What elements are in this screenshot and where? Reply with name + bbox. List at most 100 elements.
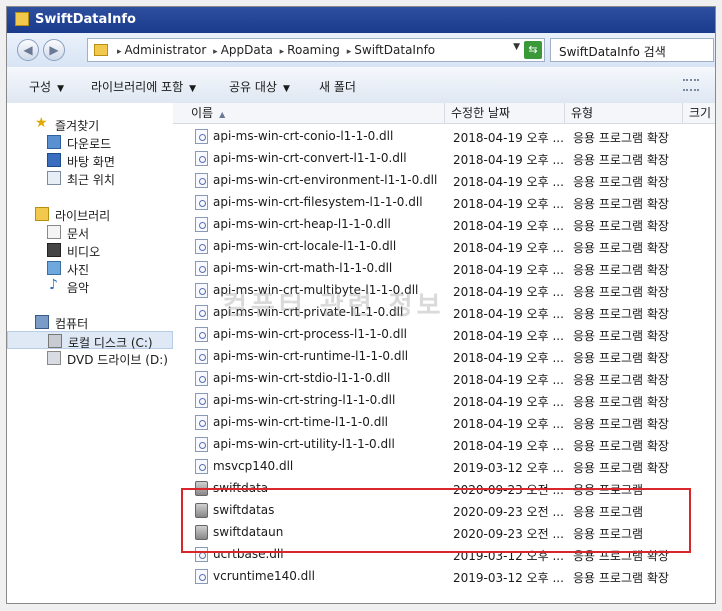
watermark: 컴퓨터 관련 정보 (223, 291, 445, 321)
file-row[interactable]: api-ms-win-crt-string-l1-1-0.dll 2018-04-… (173, 389, 715, 411)
file-row[interactable]: api-ms-win-crt-math-l1-1-0.dll 2018-04-19… (173, 257, 715, 279)
chevron-down-icon[interactable]: ▼ (513, 42, 520, 52)
file-row[interactable]: api-ms-win-crt-convert-l1-1-0.dll 2018-04… (173, 147, 715, 169)
nav-item-downloads[interactable]: 다운로드 (7, 133, 173, 151)
file-name: api-ms-win-crt-convert-l1-1-0.dll (213, 151, 407, 165)
file-type: 응용 프로그램 확장 (573, 131, 669, 145)
file-row[interactable]: api-ms-win-crt-runtime-l1-1-0.dll 2018-04… (173, 345, 715, 367)
file-row[interactable]: msvcp140.dll 2019-03-12 오후 ... 응용 프로그램 확장 (173, 455, 715, 477)
nav-item-recent[interactable]: 최근 위치 (7, 169, 173, 187)
file-row[interactable]: api-ms-win-crt-conio-l1-1-0.dll 2018-04-1… (173, 125, 715, 147)
folder-icon (15, 12, 29, 26)
dll-file-icon (195, 437, 208, 452)
file-type: 응용 프로그램 확장 (573, 241, 669, 255)
nav-item-local-disk[interactable]: 로컬 디스크 (C:) (7, 331, 173, 350)
nav-libraries[interactable]: 라이브러리 (7, 205, 173, 223)
dll-file-icon (195, 459, 208, 474)
dll-file-icon (195, 305, 208, 320)
file-date: 2018-04-19 오후 ... (453, 285, 564, 299)
pictures-icon (47, 261, 61, 275)
search-input[interactable]: SwiftDataInfo 검색 (550, 38, 714, 62)
new-folder-button[interactable]: 새 폴더 (319, 78, 356, 95)
file-name: api-ms-win-crt-heap-l1-1-0.dll (213, 217, 391, 231)
column-header-name[interactable]: 이름 ▲ (185, 103, 445, 123)
sort-up-icon: ▲ (219, 110, 226, 119)
file-row[interactable]: api-ms-win-crt-locale-l1-1-0.dll 2018-04-… (173, 235, 715, 257)
file-date: 2018-04-19 오후 ... (453, 329, 564, 343)
dll-file-icon (195, 129, 208, 144)
computer-icon (35, 315, 49, 329)
file-type: 응용 프로그램 확장 (573, 263, 669, 277)
column-header-date[interactable]: 수정한 날짜 (445, 103, 565, 123)
nav-item-music[interactable]: ♪ 음악 (7, 277, 173, 295)
column-header-row: 이름 ▲ 수정한 날짜 유형 크기 (173, 103, 715, 124)
include-library-button[interactable]: 라이브러리에 포함 ▼ (91, 78, 196, 95)
music-icon: ♪ (49, 277, 58, 293)
file-row[interactable]: api-ms-win-crt-heap-l1-1-0.dll 2018-04-19… (173, 213, 715, 235)
recent-places-icon (47, 171, 61, 185)
command-bar: 구성 ▼ 라이브러리에 포함 ▼ 공유 대상 ▼ 새 폴더 (7, 67, 715, 104)
file-name: api-ms-win-crt-filesystem-l1-1-0.dll (213, 195, 423, 209)
file-type: 응용 프로그램 확장 (573, 329, 669, 343)
view-options-icon[interactable] (683, 79, 699, 91)
organize-button[interactable]: 구성 ▼ (29, 78, 64, 95)
navigation-bar: ◀ ▶ ▸ Administrator ▸ AppData ▸ Roaming ▸ Sw… (7, 33, 715, 68)
file-date: 2018-04-19 오후 ... (453, 373, 564, 387)
dvd-drive-icon (47, 351, 61, 365)
dll-file-icon (195, 283, 208, 298)
file-type: 응용 프로그램 확장 (573, 395, 669, 409)
dll-file-icon (195, 261, 208, 276)
file-type: 응용 프로그램 확장 (573, 351, 669, 365)
dll-file-icon (195, 415, 208, 430)
star-icon: ★ (35, 115, 48, 131)
file-name: vcruntime140.dll (213, 569, 315, 583)
breadcrumb-item[interactable]: Roaming (287, 43, 340, 57)
address-bar[interactable]: ▸ Administrator ▸ AppData ▸ Roaming ▸ SwiftD… (87, 38, 545, 62)
breadcrumb-item[interactable]: Administrator (125, 43, 207, 57)
file-date: 2018-04-19 오후 ... (453, 417, 564, 431)
column-header-size[interactable]: 크기 (683, 103, 715, 123)
dll-file-icon (195, 371, 208, 386)
file-type: 응용 프로그램 확장 (573, 197, 669, 211)
file-row[interactable]: api-ms-win-crt-process-l1-1-0.dll 2018-04… (173, 323, 715, 345)
breadcrumb-item[interactable]: AppData (221, 43, 273, 57)
documents-icon (47, 225, 61, 239)
column-header-type[interactable]: 유형 (565, 103, 683, 123)
file-row[interactable]: api-ms-win-crt-stdio-l1-1-0.dll 2018-04-1… (173, 367, 715, 389)
nav-item-dvd-drive[interactable]: DVD 드라이브 (D:) (7, 349, 173, 367)
file-row[interactable]: api-ms-win-crt-filesystem-l1-1-0.dll 2018… (173, 191, 715, 213)
dll-file-icon (195, 569, 208, 584)
dll-file-icon (195, 349, 208, 364)
refresh-icon[interactable]: ⇆ (524, 41, 542, 59)
dll-file-icon (195, 151, 208, 166)
desktop-icon (47, 153, 61, 167)
breadcrumb-item[interactable]: SwiftDataInfo (354, 43, 435, 57)
file-type: 응용 프로그램 확장 (573, 417, 669, 431)
file-date: 2018-04-19 오후 ... (453, 439, 564, 453)
share-button[interactable]: 공유 대상 ▼ (229, 78, 290, 95)
file-date: 2018-04-19 오후 ... (453, 351, 564, 365)
nav-item-documents[interactable]: 문서 (7, 223, 173, 241)
file-row[interactable]: api-ms-win-crt-time-l1-1-0.dll 2018-04-19… (173, 411, 715, 433)
nav-item-videos[interactable]: 비디오 (7, 241, 173, 259)
file-row[interactable]: vcruntime140.dll 2019-03-12 오후 ... 응용 프로그램… (173, 565, 715, 587)
back-button[interactable]: ◀ (17, 39, 39, 61)
file-row[interactable]: api-ms-win-crt-environment-l1-1-0.dll 201… (173, 169, 715, 191)
dll-file-icon (195, 327, 208, 342)
nav-favorites[interactable]: ★ 즐겨찾기 (7, 115, 173, 133)
file-type: 응용 프로그램 확장 (573, 461, 669, 475)
breadcrumb: ▸ Administrator ▸ AppData ▸ Roaming ▸ SwiftD… (117, 43, 436, 57)
nav-item-desktop[interactable]: 바탕 화면 (7, 151, 173, 169)
file-name: api-ms-win-crt-runtime-l1-1-0.dll (213, 349, 409, 363)
file-date: 2019-03-12 오후 ... (453, 571, 564, 585)
nav-item-pictures[interactable]: 사진 (7, 259, 173, 277)
file-row[interactable]: api-ms-win-crt-utility-l1-1-0.dll 2018-04… (173, 433, 715, 455)
file-name: msvcp140.dll (213, 459, 294, 473)
dll-file-icon (195, 239, 208, 254)
nav-computer[interactable]: 컴퓨터 (7, 313, 173, 331)
forward-button[interactable]: ▶ (43, 39, 65, 61)
file-name: api-ms-win-crt-math-l1-1-0.dll (213, 261, 393, 275)
file-date: 2018-04-19 오후 ... (453, 153, 564, 167)
file-type: 응용 프로그램 확장 (573, 285, 669, 299)
dll-file-icon (195, 195, 208, 210)
